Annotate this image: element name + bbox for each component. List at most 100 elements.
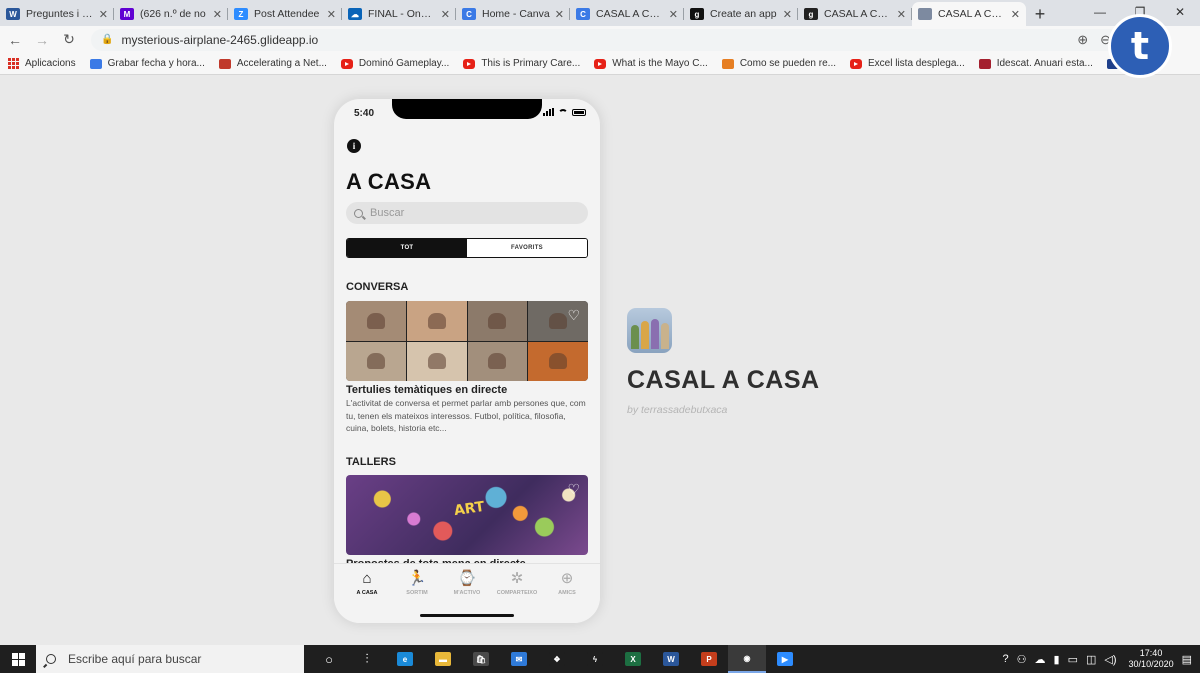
- bookmark-item[interactable]: What is the Mayo C...: [594, 58, 708, 69]
- vpn-icon-glyph: ϟ: [587, 652, 603, 666]
- browser-tab[interactable]: M (626 n.º de no ✕: [114, 2, 228, 26]
- close-tab-icon[interactable]: ✕: [669, 8, 678, 21]
- youtube-icon: [594, 58, 607, 69]
- tabbar-item[interactable]: ⊕ AMICS: [543, 568, 591, 623]
- excel-icon[interactable]: X: [614, 645, 652, 673]
- bookmark-item[interactable]: Excel lista desplega...: [850, 58, 965, 69]
- timeline-icon[interactable]: ⫶: [348, 645, 386, 673]
- close-tab-icon[interactable]: ✕: [99, 8, 108, 21]
- start-button[interactable]: [0, 645, 36, 673]
- install-app-icon[interactable]: ⊕: [1077, 32, 1088, 48]
- section-heading-tallers: TALLERS: [346, 456, 396, 468]
- bookmark-item[interactable]: This is Primary Care...: [463, 58, 580, 69]
- browser-tab[interactable]: g CASAL A CASA ✕: [798, 2, 912, 26]
- battery-tray-icon[interactable]: ▭: [1068, 653, 1078, 666]
- url-field[interactable]: 🔒 mysterious-airplane-2465.glideapp.io ⊕…: [91, 28, 1121, 51]
- favorite-heart-icon[interactable]: ♡: [567, 481, 580, 498]
- tab-title: CASAL A CASA: [596, 8, 665, 20]
- glide-icon: g: [690, 8, 704, 20]
- close-tab-icon[interactable]: ✕: [783, 8, 792, 21]
- zoom-app-icon[interactable]: ▶: [766, 645, 804, 673]
- battery-icon: [572, 108, 586, 116]
- store-icon[interactable]: 🛍: [462, 645, 500, 673]
- youtube-icon: [850, 58, 862, 69]
- browser-tab[interactable]: CASAL A CASA ✕: [912, 2, 1026, 26]
- new-tab-button[interactable]: +: [1026, 2, 1054, 26]
- word-app-icon[interactable]: W: [652, 645, 690, 673]
- phone-preview: 5:40 i A CASA Buscar TOT FAVORITS CONVER…: [334, 99, 600, 623]
- taskbar-search-placeholder: Escribe aquí para buscar: [68, 652, 202, 666]
- edge-icon[interactable]: e: [386, 645, 424, 673]
- close-window-button[interactable]: ✕: [1160, 0, 1200, 24]
- back-button[interactable]: ←: [3, 32, 27, 48]
- tab-title: FINAL - OneDr: [368, 8, 437, 20]
- wifi-icon: [558, 108, 568, 116]
- clock[interactable]: 17:40 30/10/2020: [1129, 648, 1174, 670]
- close-tab-icon[interactable]: ✕: [897, 8, 906, 21]
- search-input[interactable]: Buscar: [346, 202, 588, 224]
- close-tab-icon[interactable]: ✕: [327, 8, 336, 21]
- edge-icon-glyph: e: [397, 652, 413, 666]
- tabbar-label: SORTIM: [406, 590, 428, 596]
- close-tab-icon[interactable]: ✕: [213, 8, 222, 21]
- segment-tot[interactable]: TOT: [347, 239, 467, 257]
- tabbar-label: AMICS: [558, 590, 576, 596]
- filter-segmented-control: TOT FAVORITS: [346, 238, 588, 258]
- notifications-icon[interactable]: ▤: [1182, 653, 1192, 666]
- file-explorer-icon[interactable]: ▬: [424, 645, 462, 673]
- card-image-tallers[interactable]: ART ♡: [346, 475, 588, 555]
- browser-tab[interactable]: C CASAL A CASA ✕: [570, 2, 684, 26]
- help-icon[interactable]: ?: [1003, 653, 1009, 665]
- browser-tab[interactable]: C Home - Canva ✕: [456, 2, 570, 26]
- tab-title: Preguntes i res: [26, 8, 95, 20]
- tabbar-item[interactable]: ⌂ A CASA: [343, 568, 391, 623]
- powerpoint-icon[interactable]: P: [690, 645, 728, 673]
- onedrive-tray-icon[interactable]: ☁: [1035, 653, 1046, 666]
- bookmark-label: Idescat. Anuari esta...: [996, 58, 1093, 69]
- mail-app-icon[interactable]: ✉: [500, 645, 538, 673]
- bookmark-item[interactable]: Como se pueden re...: [721, 58, 836, 69]
- bookmark-item[interactable]: Dominó Gameplay...: [340, 58, 450, 69]
- close-tab-icon[interactable]: ✕: [1011, 8, 1020, 21]
- browser-tab[interactable]: g Create an app ✕: [684, 2, 798, 26]
- home-icon: ⌂: [362, 569, 372, 587]
- close-tab-icon[interactable]: ✕: [555, 8, 564, 21]
- info-icon[interactable]: i: [347, 139, 361, 153]
- mic-icon[interactable]: ▮: [1054, 653, 1060, 666]
- card-image-conversa[interactable]: ♡: [346, 301, 588, 381]
- vpn-icon[interactable]: ϟ: [576, 645, 614, 673]
- browser-tab[interactable]: W Preguntes i res ✕: [0, 2, 114, 26]
- app-icon: [918, 8, 932, 20]
- minimize-button[interactable]: —: [1080, 0, 1120, 24]
- browser-tab[interactable]: Z Post Attendee ✕: [228, 2, 342, 26]
- tabbar-label: M'ACTIVO: [453, 590, 481, 596]
- tab-strip: W Preguntes i res ✕ M (626 n.º de no ✕ Z Post A…: [0, 0, 1200, 26]
- task-view-icon[interactable]: ○: [310, 645, 348, 673]
- network-icon[interactable]: ◫: [1086, 653, 1096, 666]
- segment-favorits[interactable]: FAVORITS: [467, 239, 587, 257]
- tab-title: CASAL A CASA: [938, 8, 1007, 20]
- bookmark-label: Dominó Gameplay...: [358, 58, 450, 69]
- browser-tab[interactable]: ☁ FINAL - OneDr ✕: [342, 2, 456, 26]
- volume-icon[interactable]: ◁): [1104, 653, 1116, 666]
- site-favicon-icon: [721, 58, 734, 69]
- card-description-conversa: L'activitat de conversa et permet parlar…: [346, 398, 586, 433]
- bookmark-item[interactable]: Grabar fecha y hora...: [89, 58, 205, 69]
- favorite-heart-icon[interactable]: ♡: [567, 307, 580, 324]
- bookmark-item[interactable]: Idescat. Anuari esta...: [978, 58, 1093, 69]
- status-time: 5:40: [354, 108, 375, 119]
- card-title-conversa[interactable]: Tertulies temàtiques en directe: [346, 384, 507, 396]
- bookmark-item[interactable]: Aplicacions: [8, 58, 76, 69]
- chrome-icon-glyph: ◉: [739, 651, 755, 665]
- tab-title: Home - Canva: [482, 8, 550, 20]
- people-icon[interactable]: ⚇: [1017, 653, 1027, 666]
- card-art-text: ART: [453, 498, 486, 520]
- dropbox-icon[interactable]: ❖: [538, 645, 576, 673]
- taskbar-search-input[interactable]: Escribe aquí para buscar: [36, 645, 304, 673]
- powerpoint-icon-glyph: P: [701, 652, 717, 666]
- reload-button[interactable]: ↻: [57, 31, 81, 48]
- close-tab-icon[interactable]: ✕: [441, 8, 450, 21]
- chrome-icon[interactable]: ◉: [728, 645, 766, 673]
- bookmark-item[interactable]: Accelerating a Net...: [218, 58, 327, 69]
- forward-button[interactable]: →: [30, 32, 54, 48]
